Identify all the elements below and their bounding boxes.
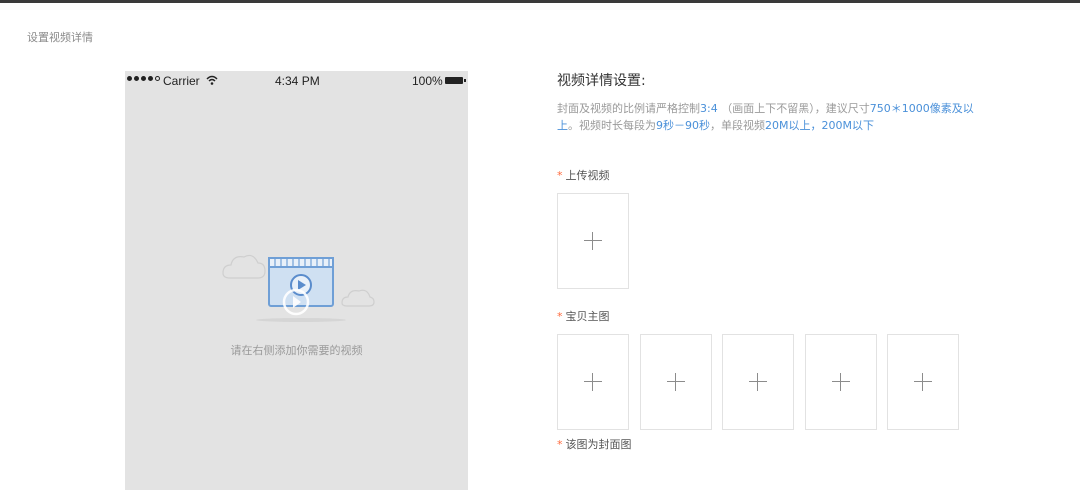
field-label-text: 该图为封面图 bbox=[565, 438, 632, 451]
settings-title: 视频详情设置: bbox=[557, 73, 646, 89]
required-mark: * bbox=[557, 169, 563, 182]
main-image-slot-2[interactable] bbox=[640, 334, 712, 430]
plus-icon bbox=[584, 373, 602, 391]
field-label-text: 宝贝主图 bbox=[565, 310, 610, 323]
signal-icon bbox=[127, 76, 160, 81]
settings-hint: 封面及视频的比例请严格控制3:4 （画面上下不留黑），建议尺寸750＊1000像… bbox=[557, 100, 977, 134]
wifi-icon bbox=[206, 75, 218, 85]
hint-text: 。视频时长每段为 bbox=[568, 119, 656, 132]
field-label-text: 上传视频 bbox=[565, 169, 610, 182]
plus-icon bbox=[584, 232, 602, 250]
upload-video-label: * 上传视频 bbox=[557, 167, 610, 183]
hint-text: （画面上下不留黑），建议尺寸 bbox=[717, 102, 870, 115]
battery-percent: 100% bbox=[412, 74, 443, 88]
main-image-slot-3[interactable] bbox=[722, 334, 794, 430]
main-image-slot-5[interactable] bbox=[887, 334, 959, 430]
hint-highlight: 9秒－90秒 bbox=[656, 119, 710, 132]
hint-highlight: 3:4 bbox=[700, 102, 718, 115]
main-image-label: * 宝贝主图 bbox=[557, 308, 610, 324]
status-bar: Carrier 4:34 PM 100% bbox=[125, 71, 468, 91]
plus-icon bbox=[749, 373, 767, 391]
hint-text: ，单段视频 bbox=[710, 119, 765, 132]
cloud-icon bbox=[341, 289, 375, 307]
empty-state-text: 请在右侧添加你需要的视频 bbox=[230, 344, 363, 357]
cover-note: * 该图为封面图 bbox=[557, 436, 632, 452]
plus-icon bbox=[914, 373, 932, 391]
hint-text: 封面及视频的比例请严格控制 bbox=[557, 102, 700, 115]
battery-icon bbox=[445, 77, 466, 84]
phone-preview: Carrier 4:34 PM 100% 请在右侧添加你需要的视频 bbox=[125, 71, 468, 490]
page-title: 设置视频详情 bbox=[27, 31, 93, 44]
carrier-label: Carrier bbox=[163, 74, 200, 88]
plus-icon bbox=[667, 373, 685, 391]
top-bar bbox=[0, 0, 1080, 3]
upload-video-button[interactable] bbox=[557, 193, 629, 289]
status-time: 4:34 PM bbox=[275, 74, 320, 88]
hint-highlight: 20M以上，200M以下 bbox=[765, 119, 874, 132]
required-mark: * bbox=[557, 310, 563, 323]
cloud-icon bbox=[222, 254, 266, 279]
main-image-slot-1[interactable] bbox=[557, 334, 629, 430]
video-illustration-icon bbox=[222, 254, 375, 322]
plus-icon bbox=[832, 373, 850, 391]
required-mark: * bbox=[557, 438, 563, 451]
main-image-slot-4[interactable] bbox=[805, 334, 877, 430]
